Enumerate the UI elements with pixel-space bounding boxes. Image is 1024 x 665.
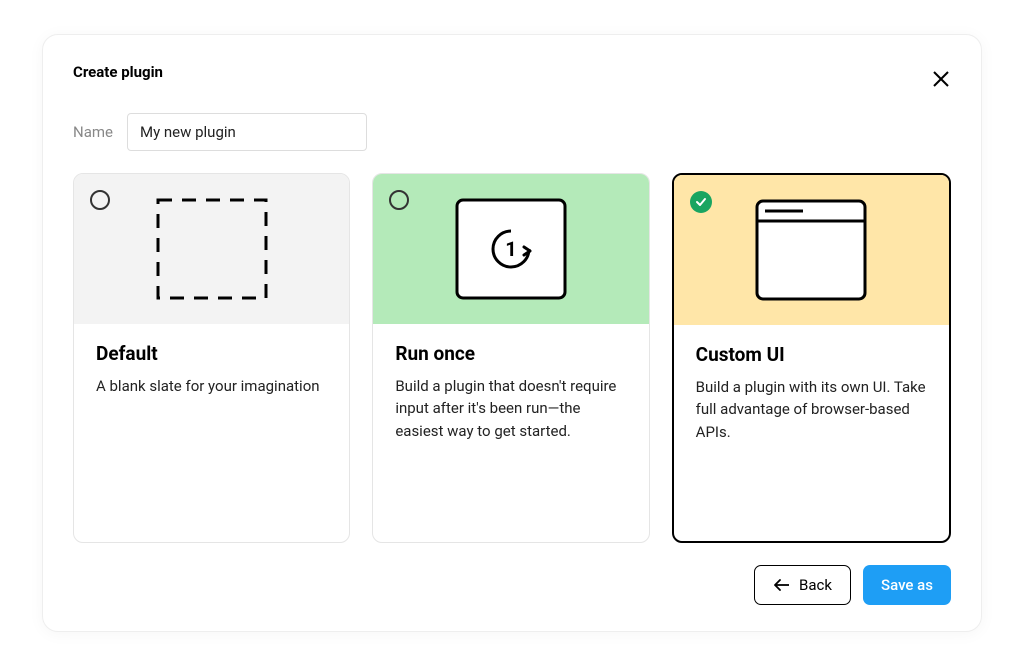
option-title: Custom UI (696, 343, 927, 366)
option-card-custom-ui[interactable]: Custom UI Build a plugin with its own UI… (672, 173, 951, 543)
checkmark-icon (695, 196, 707, 208)
plugin-name-input[interactable] (127, 113, 367, 151)
option-title: Run once (395, 342, 626, 365)
svg-text:1: 1 (505, 237, 516, 261)
option-body-run-once: Run once Build a plugin that doesn't req… (373, 324, 648, 542)
dashed-square-icon (152, 194, 272, 304)
option-description: A blank slate for your imagination (96, 375, 327, 398)
back-button[interactable]: Back (754, 565, 851, 605)
window-icon (751, 195, 871, 305)
dialog-title: Create plugin (73, 63, 163, 81)
name-label: Name (73, 123, 113, 141)
plugin-type-options: Default A blank slate for your imaginati… (73, 173, 951, 543)
option-illustration-default (74, 174, 349, 324)
back-button-label: Back (799, 576, 832, 594)
close-icon (932, 70, 950, 88)
option-description: Build a plugin with its own UI. Take ful… (696, 376, 927, 444)
option-illustration-run-once: 1 (373, 174, 648, 324)
option-card-default[interactable]: Default A blank slate for your imaginati… (73, 173, 350, 543)
dialog-header: Create plugin (73, 63, 951, 89)
option-body-default: Default A blank slate for your imaginati… (74, 324, 349, 542)
option-description: Build a plugin that doesn't require inpu… (395, 375, 626, 443)
radio-checked-icon (690, 191, 712, 213)
close-button[interactable] (931, 69, 951, 89)
option-illustration-custom-ui (674, 175, 949, 325)
create-plugin-dialog: Create plugin Name Default A blank slate… (42, 34, 982, 632)
option-body-custom-ui: Custom UI Build a plugin with its own UI… (674, 325, 949, 541)
dialog-footer: Back Save as (73, 565, 951, 605)
radio-unchecked-icon (90, 190, 110, 210)
option-card-run-once[interactable]: 1 Run once Build a plugin that doesn't r… (372, 173, 649, 543)
save-as-button-label: Save as (881, 576, 933, 594)
arrow-left-icon (773, 579, 791, 591)
option-title: Default (96, 342, 327, 365)
save-as-button[interactable]: Save as (863, 565, 951, 605)
name-row: Name (73, 113, 951, 151)
radio-unchecked-icon (389, 190, 409, 210)
run-once-icon: 1 (451, 194, 571, 304)
